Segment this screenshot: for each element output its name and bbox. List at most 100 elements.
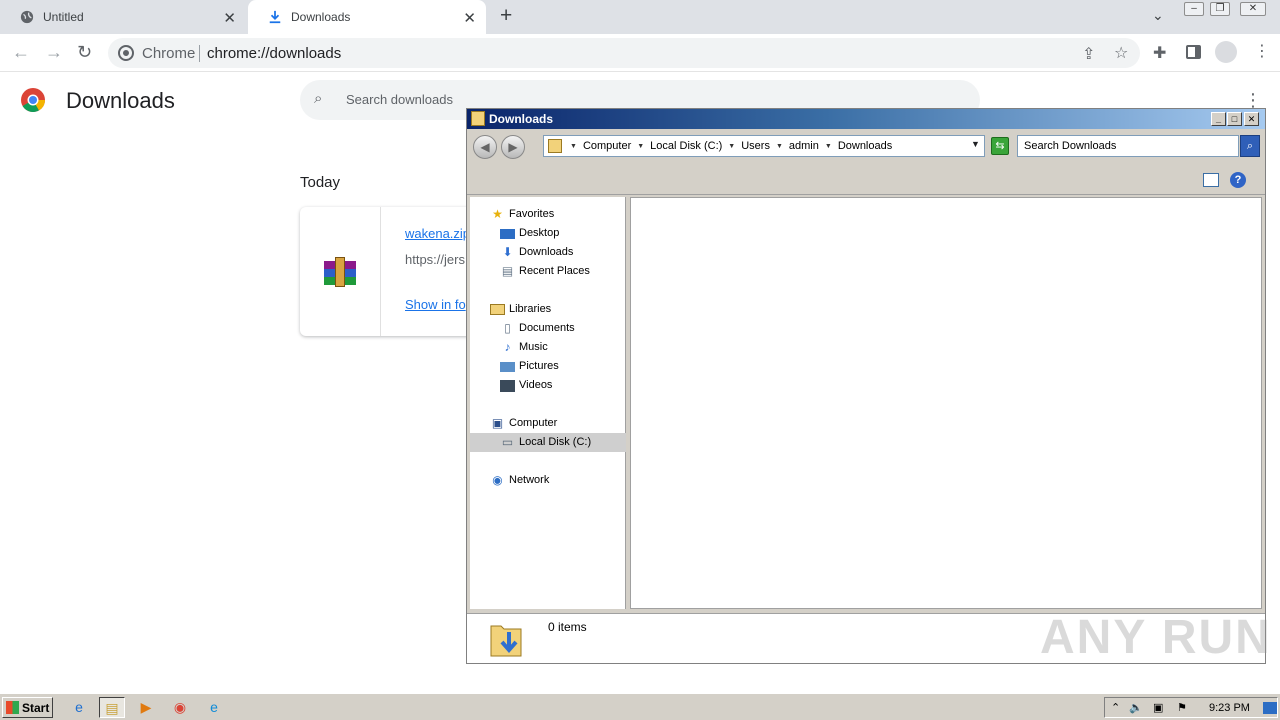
address-bar[interactable]: Chrome chrome://downloads ⇪ ☆ [108, 38, 1140, 68]
url-text[interactable]: chrome://downloads [207, 45, 341, 62]
downloads-folder-icon [548, 139, 562, 153]
documents-icon: ▯ [504, 321, 511, 335]
back-arrow-icon[interactable]: ◀ [473, 135, 497, 159]
explorer-taskbar-icon[interactable]: ▤ [99, 697, 125, 718]
preview-pane-icon[interactable] [1203, 173, 1219, 187]
extensions-puzzle-icon[interactable]: ✚ [1153, 43, 1166, 63]
nav-libraries[interactable]: Libraries [470, 300, 626, 319]
forward-arrow-icon[interactable]: → [45, 42, 63, 63]
nav-label: Music [519, 341, 548, 353]
computer-icon: ▣ [491, 416, 504, 430]
nav-pictures[interactable]: Pictures [470, 357, 626, 376]
share-icon[interactable]: ⇪ [1082, 44, 1095, 64]
omnibox-divider [199, 45, 200, 62]
breadcrumb-computer[interactable]: Computer [583, 140, 631, 152]
tab-downloads[interactable]: Downloads ✕ [248, 0, 486, 34]
file-list-pane[interactable] [630, 197, 1262, 609]
breadcrumb-chevron-icon[interactable]: ▼ [637, 143, 644, 150]
nav-label: Documents [519, 322, 575, 334]
explorer-navigation-bar: ◀ ▶ ▼ Computer ▼ Local Disk (C:) ▼ Users ▼ … [467, 129, 1265, 163]
restore-button[interactable]: ❐ [1210, 2, 1230, 16]
show-desktop-icon[interactable] [1263, 702, 1277, 714]
nav-favorites[interactable]: ★ Favorites [470, 205, 626, 224]
nav-label: Desktop [519, 227, 560, 239]
volume-icon[interactable]: 🔈 [1129, 701, 1143, 714]
nav-downloads[interactable]: ⬇ Downloads [470, 243, 626, 262]
breadcrumb-local-disk[interactable]: Local Disk (C:) [650, 140, 722, 152]
help-icon[interactable]: ? [1230, 172, 1246, 188]
search-placeholder: Search downloads [346, 92, 453, 107]
breadcrumb-chevron-icon[interactable]: ▼ [728, 143, 735, 150]
folder-icon [471, 111, 485, 126]
tab-search-chevron-icon[interactable]: ⌄ [1152, 7, 1164, 24]
breadcrumb-chevron-icon[interactable]: ▼ [570, 143, 577, 150]
windows-logo-icon [6, 701, 19, 714]
new-tab-button[interactable]: + [500, 4, 512, 28]
reload-icon[interactable]: ↻ [77, 42, 92, 63]
address-dropdown-icon[interactable]: ▼ [971, 139, 980, 149]
nav-label: Libraries [509, 303, 552, 315]
download-source-url: https://jers [405, 252, 465, 267]
refresh-icon[interactable]: ⇆ [991, 137, 1009, 155]
clock[interactable]: 9:23 PM [1209, 702, 1250, 714]
explorer-search-input[interactable]: Search Downloads [1017, 135, 1239, 157]
nav-videos[interactable]: Videos [470, 376, 626, 395]
breadcrumb-admin[interactable]: admin [789, 140, 819, 152]
breadcrumb-downloads[interactable]: Downloads [838, 140, 892, 152]
back-arrow-icon[interactable]: ← [12, 42, 30, 63]
search-icon[interactable]: ⌕ [1240, 135, 1260, 157]
start-button[interactable]: Start [2, 697, 53, 718]
action-center-flag-icon[interactable]: ⚑ [1177, 701, 1187, 714]
tab-untitled[interactable]: Untitled ✕ [0, 0, 246, 34]
start-label: Start [22, 700, 50, 715]
nav-desktop[interactable]: Desktop [470, 224, 626, 243]
date-section-heading: Today [300, 174, 341, 191]
nav-computer[interactable]: ▣ Computer [470, 414, 626, 433]
watermark-logo: ANY RUN [1040, 611, 1272, 664]
nav-local-disk[interactable]: ▭ Local Disk (C:) [470, 433, 626, 452]
explorer-minimize-button[interactable]: _ [1211, 112, 1226, 126]
explorer-close-button[interactable]: ✕ [1244, 112, 1259, 126]
chrome-menu-icon[interactable]: ⋮ [1254, 41, 1270, 61]
winrar-archive-icon [324, 257, 356, 287]
minimize-button[interactable]: – [1184, 2, 1204, 16]
search-icon: ⌕ [314, 90, 323, 107]
breadcrumb-chevron-icon[interactable]: ▼ [776, 143, 783, 150]
taskbar: Start e ▤ ▶ ◉ e ⌃ 🔈 ▣ ⚑ 9:23 PM [0, 693, 1280, 720]
tab-label: Untitled [43, 10, 84, 24]
explorer-title-bar[interactable]: Downloads _ □ ✕ [467, 109, 1265, 129]
chrome-taskbar-icon[interactable]: ◉ [167, 697, 193, 718]
explorer-maximize-button[interactable]: □ [1227, 112, 1242, 126]
bookmark-star-icon[interactable]: ☆ [1114, 43, 1128, 63]
nav-recent-places[interactable]: ▤ Recent Places [470, 262, 626, 281]
nav-label: Recent Places [519, 265, 590, 277]
nav-network[interactable]: ◉ Network [470, 471, 626, 490]
desktop-icon [500, 229, 515, 239]
edge-icon[interactable]: e [201, 697, 227, 718]
close-tab-icon[interactable]: ✕ [463, 9, 476, 27]
network-status-icon[interactable]: ▣ [1153, 701, 1163, 714]
tab-label: Downloads [291, 10, 351, 24]
show-in-folder-link[interactable]: Show in fo [405, 297, 466, 312]
profile-avatar-icon[interactable] [1215, 41, 1237, 63]
breadcrumb-users[interactable]: Users [741, 140, 770, 152]
local-disk-icon: ▭ [501, 435, 514, 449]
explorer-address-bar[interactable]: ▼ Computer ▼ Local Disk (C:) ▼ Users ▼ admi… [543, 135, 985, 157]
item-count: 0 items [548, 620, 587, 634]
breadcrumb-chevron-icon[interactable]: ▼ [825, 143, 832, 150]
close-tab-icon[interactable]: ✕ [223, 9, 236, 27]
downloads-folder-icon [490, 625, 522, 657]
videos-icon [500, 380, 515, 392]
download-filename-link[interactable]: wakena.zip [405, 226, 470, 241]
nav-music[interactable]: ♪ Music [470, 338, 626, 357]
media-player-icon[interactable]: ▶ [133, 697, 159, 718]
nav-documents[interactable]: ▯ Documents [470, 319, 626, 338]
close-window-button[interactable]: ✕ [1240, 2, 1266, 16]
nav-label: Local Disk (C:) [519, 436, 592, 448]
side-panel-icon[interactable] [1186, 45, 1201, 59]
nav-label: Computer [509, 417, 558, 429]
internet-explorer-icon[interactable]: e [66, 697, 92, 718]
explorer-window: Downloads _ □ ✕ ◀ ▶ ▼ Computer ▼ Local Di… [466, 108, 1266, 664]
forward-arrow-icon[interactable]: ▶ [501, 135, 525, 159]
show-hidden-icons-icon[interactable]: ⌃ [1111, 701, 1120, 714]
